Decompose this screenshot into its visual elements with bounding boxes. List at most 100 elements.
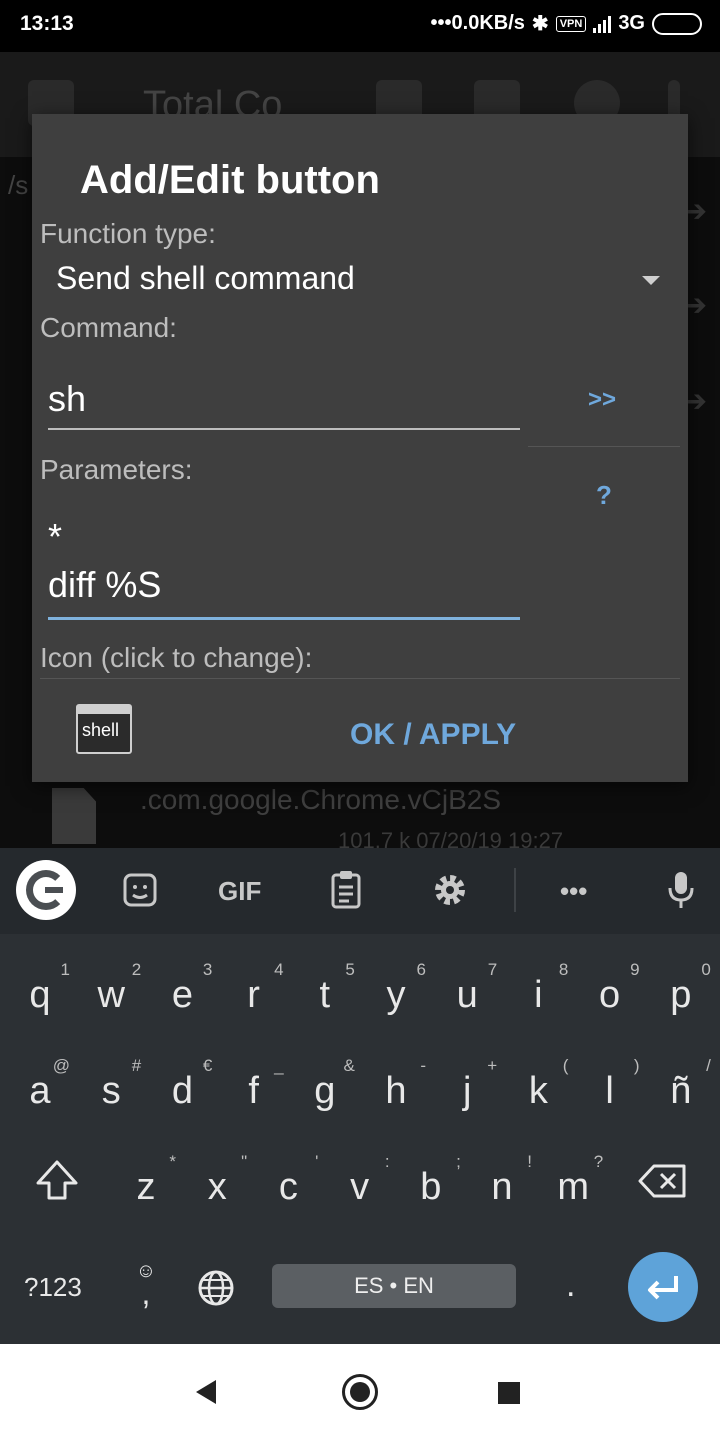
sticker-icon[interactable] — [122, 872, 158, 915]
parameters-input[interactable]: * diff %S — [48, 512, 520, 620]
key-p[interactable]: 0p — [645, 946, 717, 1042]
key-label: a — [29, 1070, 51, 1112]
key-a[interactable]: @ a — [4, 1042, 76, 1138]
browse-command-button[interactable]: >> — [588, 386, 616, 414]
button-icon-picker[interactable]: shell — [76, 704, 132, 754]
key-ñ[interactable]: / ñ — [645, 1042, 717, 1138]
command-label: Command: — [40, 312, 177, 343]
parameters-label: Parameters: — [40, 454, 193, 485]
settings-gear-icon[interactable] — [430, 870, 470, 917]
key-label: s — [101, 1070, 121, 1112]
navigation-bar — [0, 1344, 720, 1440]
key-label: k — [528, 1070, 548, 1112]
globe-icon[interactable] — [196, 1268, 236, 1313]
battery-icon: 54 — [652, 12, 702, 35]
status-bar: 13:13 •••0.0KB/s ✱ VPN 3G 54 — [0, 0, 720, 52]
clipboard-icon[interactable] — [330, 870, 362, 917]
divider — [528, 446, 680, 447]
key-n[interactable]: ! n — [466, 1138, 538, 1234]
more-options-icon[interactable]: ••• — [560, 876, 587, 907]
icon-label: Icon (click to change): — [40, 642, 313, 673]
divider — [40, 678, 680, 679]
parameters-line-2: diff %S — [48, 564, 162, 605]
signal-icon — [593, 15, 612, 33]
key-label: b — [420, 1166, 442, 1208]
key-x[interactable]: " x — [181, 1138, 253, 1234]
key-label: n — [491, 1166, 513, 1208]
status-icons: •••0.0KB/s ✱ VPN 3G 54 — [431, 11, 702, 36]
vpn-icon: VPN — [555, 15, 587, 32]
ok-apply-button[interactable]: OK / APPLY — [350, 718, 516, 752]
period-key[interactable]: . — [566, 1266, 575, 1305]
dialog-title: Add/Edit button — [80, 158, 380, 202]
key-label: ñ — [670, 1070, 692, 1112]
key-t[interactable]: 5t — [289, 946, 361, 1042]
key-label: q — [29, 974, 51, 1016]
key-i[interactable]: 8i — [502, 946, 574, 1042]
key-label: z — [136, 1166, 156, 1208]
key-e[interactable]: 3e — [146, 946, 218, 1042]
key-y[interactable]: 6y — [360, 946, 432, 1042]
key-label: h — [385, 1070, 407, 1112]
key-w[interactable]: 2w — [75, 946, 147, 1042]
enter-key[interactable] — [628, 1252, 698, 1322]
back-icon[interactable] — [196, 1380, 216, 1404]
key-label: x — [207, 1166, 227, 1208]
microphone-icon[interactable] — [668, 870, 694, 917]
key-label: v — [350, 1166, 370, 1208]
key-label: r — [247, 974, 260, 1016]
shift-key[interactable] — [30, 1154, 90, 1214]
parameters-line-1: * — [48, 516, 63, 557]
toolbar-separator — [514, 868, 516, 912]
key-label: y — [386, 974, 406, 1016]
function-type-dropdown[interactable]: Send shell command — [40, 254, 660, 306]
google-icon[interactable] — [16, 860, 76, 920]
command-input[interactable]: sh — [48, 372, 520, 430]
home-icon[interactable] — [342, 1374, 378, 1410]
key-label: l — [605, 1070, 614, 1112]
bluetooth-icon: ✱ — [531, 13, 549, 35]
key-b[interactable]: ; b — [395, 1138, 467, 1234]
key-k[interactable]: (k — [502, 1042, 574, 1138]
symbols-key[interactable]: ?123 — [24, 1272, 82, 1303]
keyboard: GIF ••• 1 q 2 w 3 e 4 r 5 t 6 y 7 u 8 i 9 o 0 p @ a # s € d _ f & g - h… — [0, 848, 720, 1344]
network-type: 3G — [618, 12, 645, 34]
add-edit-button-dialog: Add/Edit button Function type: Send shel… — [32, 114, 688, 782]
file-icon — [52, 788, 96, 844]
keyboard-toolbar: GIF ••• — [0, 848, 720, 934]
key-g[interactable]: & g — [289, 1042, 361, 1138]
key-m[interactable]: ? m — [537, 1138, 609, 1234]
key-label: p — [670, 974, 692, 1016]
recents-icon[interactable] — [498, 1382, 520, 1404]
net-speed: •••0.0KB/s — [430, 12, 525, 34]
shell-icon-text: shell — [82, 720, 120, 740]
parameters-help-button[interactable]: ? — [596, 480, 612, 511]
key-d[interactable]: € d — [146, 1042, 218, 1138]
key-h[interactable]: -h — [360, 1042, 432, 1138]
key-s[interactable]: # s — [75, 1042, 147, 1138]
key-c[interactable]: ' c — [252, 1138, 324, 1234]
key-l[interactable]: ) l — [574, 1042, 646, 1138]
key-label: d — [171, 1070, 193, 1112]
background-path: /s — [8, 170, 29, 200]
key-o[interactable]: 9o — [574, 946, 646, 1042]
key-label: e — [171, 974, 193, 1016]
function-type-label: Function type: — [40, 218, 216, 249]
status-time: 13:13 — [20, 12, 74, 35]
key-label: i — [534, 974, 543, 1016]
key-v[interactable]: :v — [324, 1138, 396, 1234]
key-r[interactable]: 4r — [218, 946, 290, 1042]
key-f[interactable]: _ f — [218, 1042, 290, 1138]
key-label: o — [599, 974, 621, 1016]
gif-button[interactable]: GIF — [218, 876, 261, 907]
backspace-key[interactable] — [636, 1154, 696, 1214]
battery-level: 54 — [681, 15, 698, 32]
space-bar[interactable]: ES • EN — [272, 1264, 516, 1308]
key-label: g — [314, 1070, 336, 1112]
emoji-comma-key[interactable]: ☺ , — [132, 1260, 160, 1309]
key-j[interactable]: + j — [431, 1042, 503, 1138]
key-u[interactable]: 7u — [431, 946, 503, 1042]
key-q[interactable]: 1q — [4, 946, 76, 1042]
key-z[interactable]: * z — [110, 1138, 182, 1234]
enter-arrow-icon — [648, 1276, 678, 1300]
